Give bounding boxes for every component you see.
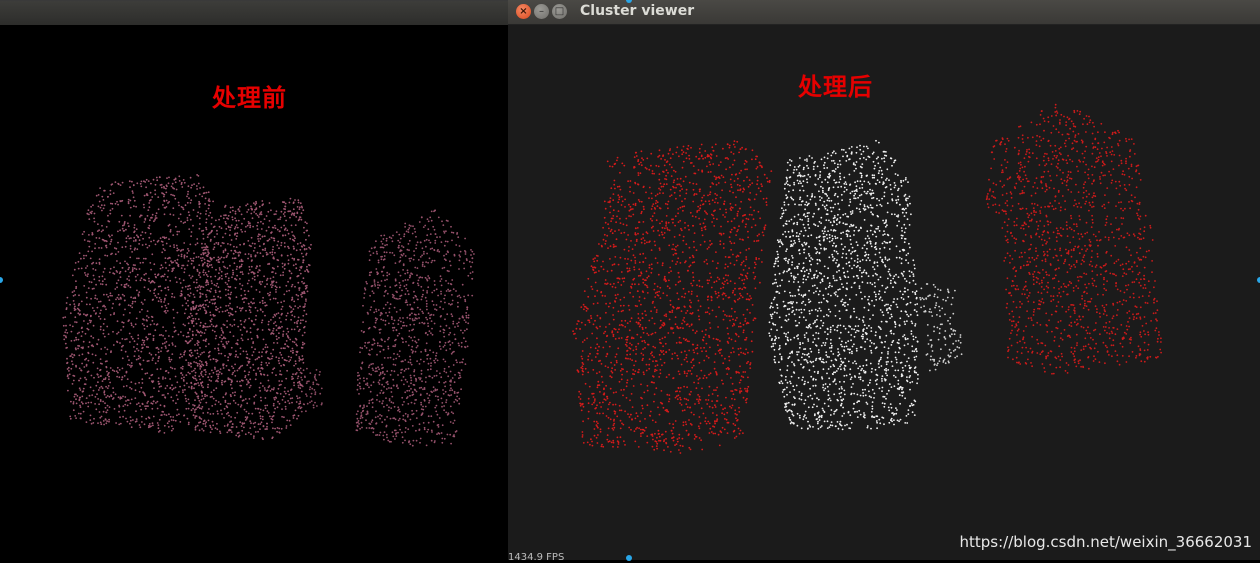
bottom-resize-handle[interactable] [626,555,632,561]
fps-counter: 1434.9 FPS [508,552,565,563]
after-label: 处理后 [798,73,873,101]
before-label: 处理前 [212,84,287,112]
watermark-text: https://blog.csdn.net/weixin_36662031 [959,533,1252,551]
cluster-viewer-window: × – □ Cluster viewer 处理后 1434.9 FPS http… [508,0,1260,563]
before-processing-pane: 处理前 [0,0,508,560]
clustered-point-cloud[interactable] [508,0,1260,560]
